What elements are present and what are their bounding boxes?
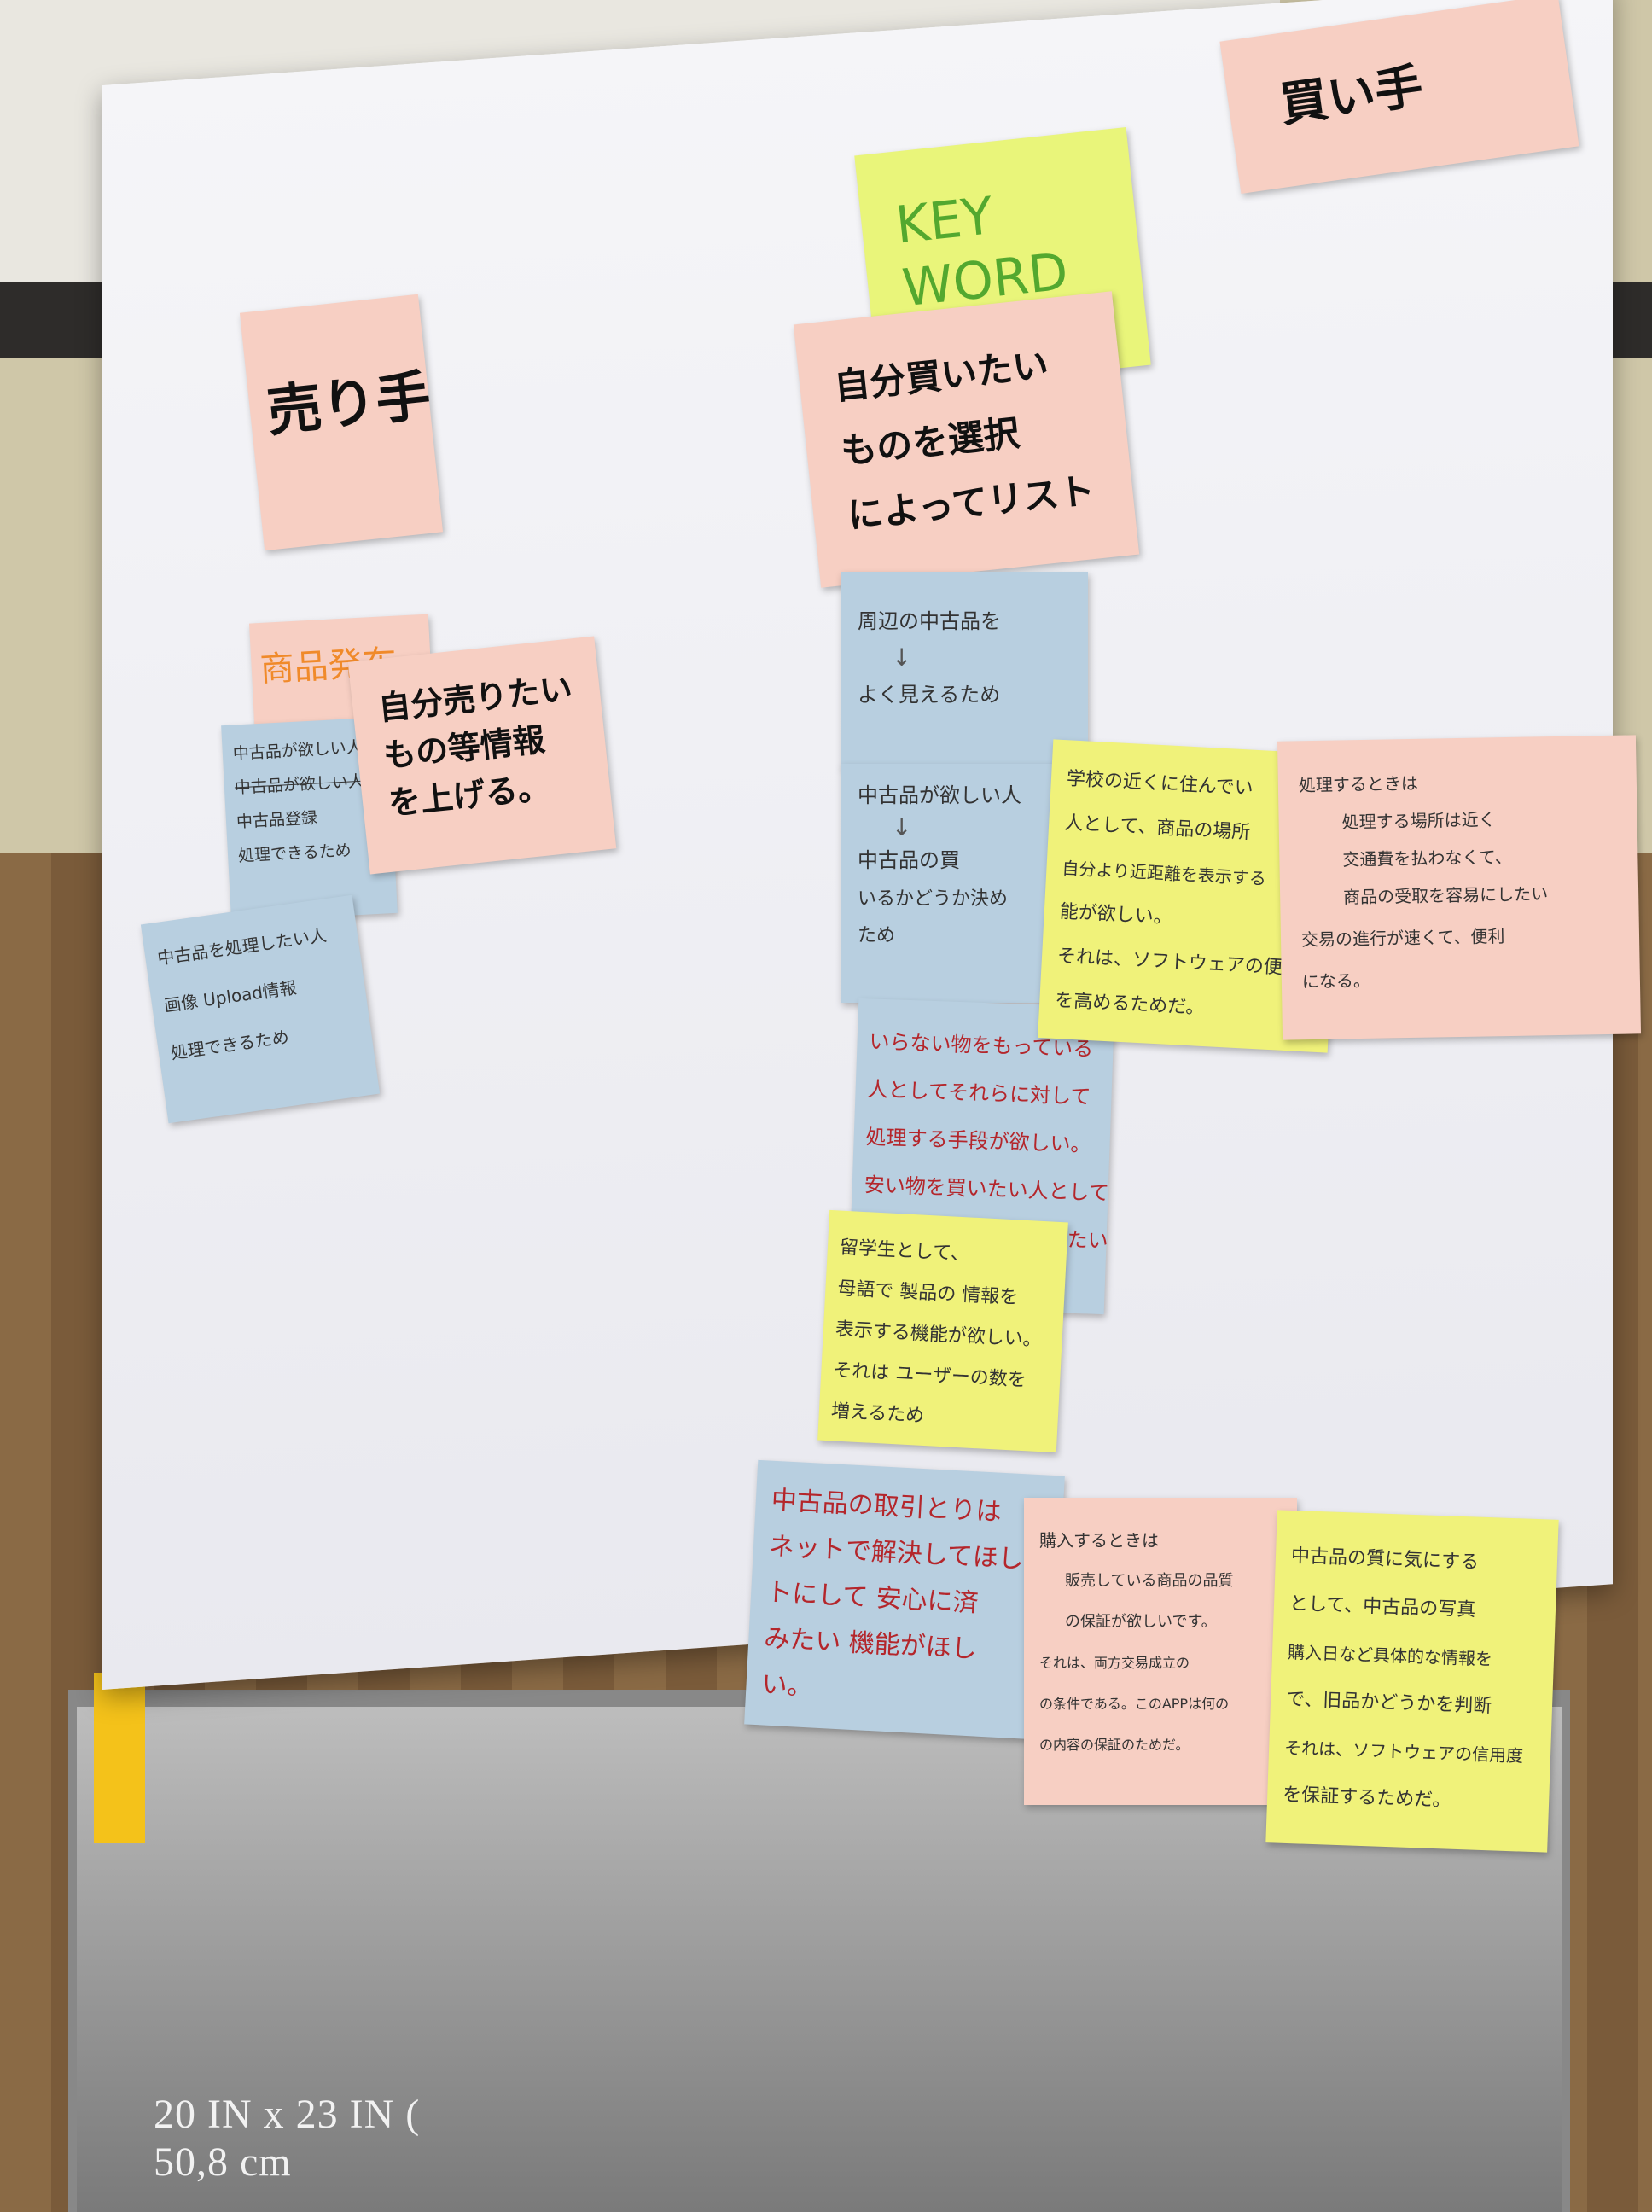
note-buyer-online-trade: 中古品の取引とりは ネットで解決してほし トにして 安心に済 みたい 機能がほし… bbox=[744, 1459, 1065, 1741]
note-buyer-select-list: 自分買いたい ものを選択 によってリスト bbox=[793, 291, 1140, 588]
note-seller-image-upload: 中古品を処理したい人 画像 Upload情報 処理できるため bbox=[140, 894, 381, 1124]
yellow-packaging-tab bbox=[94, 1673, 145, 1843]
note-disposal-location: 処理するときは 処理する場所は近く 交通費を払わなくて、 商品の受取を容易にした… bbox=[1277, 735, 1642, 1040]
note-item-quality: 中古品の質に気にする として、中古品の写真 購入日など具体的な情報を で、旧品か… bbox=[1265, 1510, 1559, 1853]
note-buyer-nearby: 周辺の中古品を ↓ よく見えるため bbox=[841, 572, 1088, 768]
board-size-label: 20 IN x 23 IN ( 50,8 cm bbox=[154, 2092, 421, 2185]
note-quality-guarantee: 購入するときは 販売している商品の品質 の保証が欲しいです。 それは、両方交易成… bbox=[1024, 1498, 1297, 1805]
note-buyer-native-language: 留学生として、 母語で 製品の 情報を 表示する機能が欲しい。 それは ユーザー… bbox=[817, 1209, 1068, 1453]
note-seller-upload-info: 自分売りたい もの等情報 を上げる。 bbox=[347, 636, 617, 875]
note-seller-heading: 売り手 bbox=[239, 294, 444, 551]
